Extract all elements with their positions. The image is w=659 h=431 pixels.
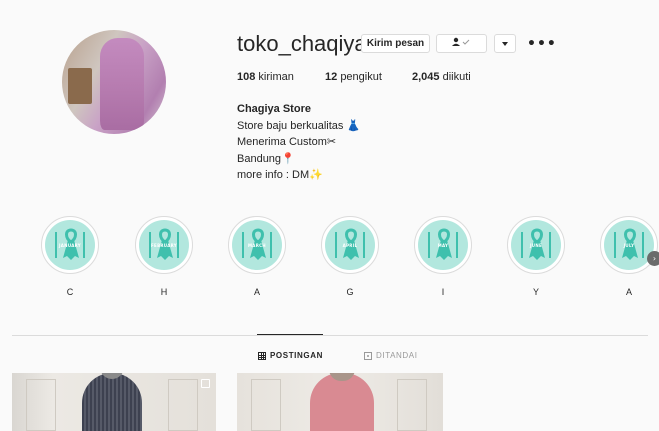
post-thumbnail[interactable] (237, 373, 443, 431)
tab-posts-label: POSTINGAN (270, 351, 323, 360)
tab-tagged-label: DITANDAI (376, 351, 418, 360)
wall-panel (26, 379, 56, 431)
highlights-next-button[interactable]: › (647, 251, 659, 266)
tab-posts[interactable]: POSTINGAN (258, 351, 323, 360)
following-label: diikuti (442, 71, 471, 83)
highlight-month-text: JUNE (529, 243, 543, 248)
highlight-month-text: APRIL (342, 243, 358, 248)
profile-bio: Chagiya Store Store baju berkualitas 👗 M… (237, 101, 360, 184)
profile-avatar[interactable] (62, 30, 166, 134)
highlight-item[interactable]: MAY I (414, 216, 472, 297)
highlight-item[interactable]: APRIL G (321, 216, 379, 297)
highlight-ring: MAY (414, 216, 472, 274)
caret-down-icon (502, 38, 508, 49)
profile-username: toko_chaqiya (237, 31, 367, 56)
highlight-item[interactable]: MARCH A (228, 216, 286, 297)
highlight-cover: MARCH (232, 220, 282, 270)
highlight-cover: MAY (418, 220, 468, 270)
post-thumbnail[interactable] (12, 373, 216, 431)
highlight-month-text: JULY (623, 243, 635, 248)
grid-icon (258, 351, 266, 360)
highlight-cover: APRIL (325, 220, 375, 270)
highlight-label: C (66, 287, 74, 297)
followers-count: 12 (325, 71, 338, 83)
following-button[interactable] (436, 34, 487, 53)
wall-panel (251, 379, 281, 431)
highlight-ring: JUNE (507, 216, 565, 274)
highlight-item[interactable]: FEBRUARY H (135, 216, 193, 297)
avatar-image-stand (68, 68, 92, 104)
highlight-ring: MARCH (228, 216, 286, 274)
bio-line: Store baju berkualitas 👗 (237, 119, 361, 132)
tabs-divider (12, 335, 648, 336)
more-dots-icon: ••• (527, 36, 557, 52)
posts-label: kiriman (258, 71, 294, 83)
following-count: 2,045 (412, 71, 440, 83)
highlight-label: A (253, 287, 260, 297)
following-count-stat[interactable]: 2,045 diikuti (412, 71, 471, 83)
highlight-month-text: FEBRUARY (151, 243, 177, 248)
highlight-month-text: MARCH (248, 243, 266, 248)
posts-count-stat: 108 kiriman (237, 71, 294, 83)
highlight-month-text: JANUARY (58, 243, 81, 248)
highlight-month-text: MAY (437, 243, 449, 248)
person-check-icon (451, 37, 473, 50)
highlight-label: G (346, 287, 354, 297)
highlight-label: Y (532, 287, 539, 297)
post-image-figure (310, 373, 374, 431)
post-image-figure (82, 373, 142, 431)
highlight-cover: FEBRUARY (139, 220, 189, 270)
followers-label: pengikut (340, 71, 382, 83)
followers-count-stat[interactable]: 12 pengikut (325, 71, 382, 83)
posts-count: 108 (237, 71, 256, 83)
tab-tagged[interactable]: DITANDAI (364, 351, 418, 360)
bio-line: Menerima Custom✂ (237, 136, 337, 148)
bio-name: Chagiya Store (237, 103, 311, 115)
highlight-label: H (160, 287, 168, 297)
wall-panel (397, 379, 427, 431)
tag-icon (364, 351, 372, 360)
send-message-button[interactable]: Kirim pesan (361, 34, 430, 53)
active-tab-indicator (257, 334, 323, 335)
more-options-button[interactable]: ••• (527, 36, 557, 52)
highlight-item[interactable]: JANUARY C (41, 216, 99, 297)
highlight-ring: FEBRUARY (135, 216, 193, 274)
highlight-ring: JULY (600, 216, 658, 274)
chevron-right-icon: › (652, 254, 657, 263)
dropdown-button[interactable] (494, 34, 516, 53)
highlight-label: A (625, 287, 632, 297)
highlight-item[interactable]: JUNE Y (507, 216, 565, 297)
multiple-images-icon (201, 379, 210, 388)
highlight-cover: JULY (604, 220, 654, 270)
wall-panel (168, 379, 198, 431)
highlight-cover: JANUARY (45, 220, 95, 270)
highlight-label: I (441, 287, 445, 297)
bio-line: more info : DM✨ (237, 169, 323, 181)
highlight-ring: JANUARY (41, 216, 99, 274)
bio-line: Bandung📍 (237, 152, 295, 165)
highlight-cover: JUNE (511, 220, 561, 270)
highlight-ring: APRIL (321, 216, 379, 274)
avatar-image-dress (100, 38, 144, 130)
